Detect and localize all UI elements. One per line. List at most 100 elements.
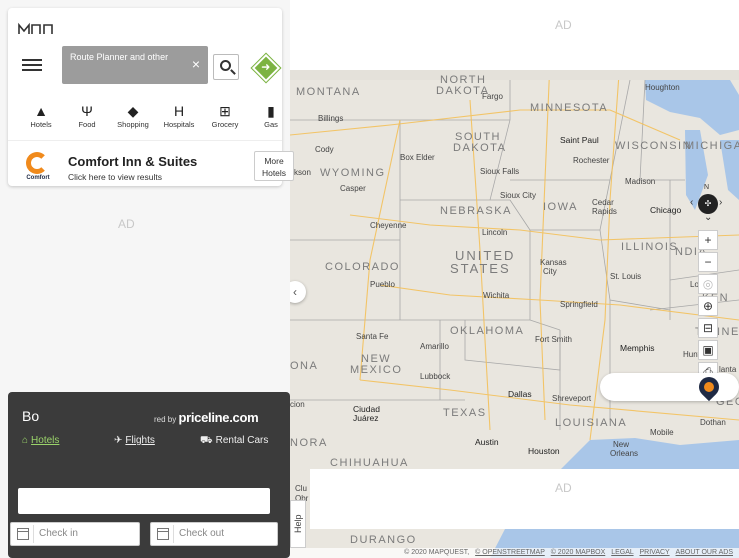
search-icon: [220, 60, 231, 71]
category-row: ▲ Hotels Ψ Food ◆ Shopping H Hospitals ⊞…: [22, 100, 284, 136]
state-label: WYOMING: [320, 167, 386, 179]
category-hotels-button[interactable]: ▲ Hotels: [22, 100, 60, 136]
map-footer: © 2020 MAPQUEST, © OPENSTREETMAP © 2020 …: [290, 548, 739, 558]
traffic-icon[interactable]: ⊟: [698, 318, 718, 338]
hospital-icon: H: [173, 103, 185, 119]
category-gas-button[interactable]: ▮ Gas: [252, 100, 290, 136]
booking-widget: Bo red by priceline.com ⌂ Hotels ✈ Flights…: [8, 392, 290, 558]
grocery-icon: ⊞: [219, 103, 231, 119]
top-ad-banner[interactable]: AD: [290, 0, 739, 70]
tab-label: Hotels: [31, 435, 60, 446]
compass-icon[interactable]: ✣: [698, 194, 718, 214]
hotel-promo[interactable]: Comfort Comfort Inn & Suites Click here …: [22, 150, 294, 188]
category-hospitals-button[interactable]: H Hospitals: [160, 100, 198, 136]
globe-icon[interactable]: ⊕: [698, 296, 718, 316]
booking-title: Bo: [22, 408, 40, 424]
tab-hotels[interactable]: ⌂ Hotels: [22, 432, 59, 450]
zoom-in-button[interactable]: +: [698, 230, 718, 250]
tab-label: Rental Cars: [215, 435, 269, 446]
state-label: COLORADO: [325, 261, 400, 273]
locate-icon[interactable]: ◎: [698, 274, 718, 294]
comfort-logo-word: Comfort: [26, 175, 50, 181]
category-label: Grocery: [211, 120, 239, 129]
bottom-ad-banner[interactable]: AD: [310, 469, 739, 529]
car-icon: ⛟: [200, 435, 213, 446]
category-grocery-button[interactable]: ⊞ Grocery: [206, 100, 244, 136]
state-label: MINNESOTA: [530, 102, 609, 114]
city-label: Springfield: [560, 300, 598, 309]
footer-link-osm[interactable]: © OPENSTREETMAP: [475, 549, 545, 556]
city-label: Austin: [475, 437, 499, 447]
pan-down-icon[interactable]: ⌄: [704, 212, 712, 223]
city-label: Casper: [340, 184, 366, 193]
footer-link-privacy[interactable]: PRIVACY: [640, 549, 670, 556]
tab-flights[interactable]: ✈ Flights: [114, 432, 155, 450]
map-canvas[interactable]: NORTH DAKOTA MONTANA MINNESOTA SOUTH DAK…: [290, 0, 739, 558]
state-label: CHIHUAHUA: [330, 457, 409, 469]
state-label: DAKOTA: [453, 142, 507, 154]
tab-rental-cars[interactable]: ⛟ Rental Cars: [200, 432, 268, 450]
city-label: Kansas: [540, 258, 567, 267]
category-label: Gas: [264, 120, 278, 129]
search-button[interactable]: [213, 54, 239, 80]
category-label: Shopping: [117, 120, 149, 129]
more-hotels-button[interactable]: More Hotels: [254, 151, 294, 181]
city-label: Cody: [315, 145, 334, 154]
state-label: STATES: [450, 261, 511, 276]
city-label: City: [543, 267, 557, 276]
powered-by: red by priceline.com: [154, 410, 259, 425]
city-label: Fargo: [482, 92, 503, 101]
check-in-field[interactable]: Check in: [10, 522, 140, 546]
footer-link-mapbox[interactable]: © 2020 MAPBOX: [551, 549, 606, 556]
hotel-icon: ⌂: [22, 435, 29, 446]
shopping-icon: ◆: [127, 103, 139, 119]
footer-link-ads[interactable]: ABOUT OUR ADS: [676, 549, 733, 556]
map-controls: + − ◎ ⊕ ⊟ ▣ ⎙: [698, 230, 720, 384]
zoom-out-button[interactable]: −: [698, 252, 718, 272]
city-label: Memphis: [620, 343, 655, 353]
city-label: Wichita: [483, 291, 510, 300]
city-label: Saint Paul: [560, 135, 599, 145]
ad-label: AD: [555, 18, 572, 32]
copyright-text: © 2020 MAPQUEST,: [404, 549, 470, 556]
mapquest-logo[interactable]: [18, 22, 54, 36]
city-label: Box Elder: [400, 153, 435, 162]
calendar-icon: [17, 528, 29, 540]
booking-tabs: ⌂ Hotels ✈ Flights ⛟ Rental Cars: [22, 432, 278, 450]
category-shopping-button[interactable]: ◆ Shopping: [114, 100, 152, 136]
pan-left-icon[interactable]: ‹: [690, 197, 693, 208]
compass-control[interactable]: N ‹ ✣ › ⌄: [688, 184, 728, 224]
check-out-placeholder: Check out: [179, 528, 225, 539]
help-tab[interactable]: Help: [290, 500, 306, 548]
city-label: St. Louis: [610, 272, 642, 281]
check-out-field[interactable]: Check out: [150, 522, 278, 546]
footer-link-legal[interactable]: LEGAL: [611, 549, 633, 556]
destination-field[interactable]: [18, 488, 270, 514]
plane-icon: ✈: [114, 435, 123, 446]
city-label: Dallas: [508, 389, 532, 399]
city-label: Chicago: [650, 205, 682, 215]
city-label: Mobile: [650, 428, 674, 437]
priceline-logo: priceline.com: [178, 410, 259, 425]
state-label: OKLAHOMA: [450, 325, 525, 337]
state-label: WISCONSIN: [615, 140, 693, 152]
city-label: Shreveport: [552, 394, 592, 403]
food-icon: Ψ: [81, 103, 93, 119]
directions-icon[interactable]: [250, 52, 282, 84]
route-planner-field[interactable]: Route Planner and other ×: [62, 46, 208, 84]
more-label-hotels: Hotels: [261, 168, 287, 178]
pan-right-icon[interactable]: ›: [719, 197, 722, 208]
calendar-icon: [157, 528, 169, 540]
city-label: Cedar: [592, 198, 614, 207]
powered-prefix: red by: [154, 415, 177, 424]
city-label: Lubbock: [420, 372, 451, 381]
city-label: cion: [290, 400, 305, 409]
city-label: Rapids: [592, 207, 617, 216]
category-food-button[interactable]: Ψ Food: [68, 100, 106, 136]
menu-button[interactable]: [22, 56, 42, 74]
city-label: Madison: [625, 177, 656, 186]
clear-icon[interactable]: ×: [192, 56, 200, 72]
layers-icon[interactable]: ▣: [698, 340, 718, 360]
state-label: MONTANA: [296, 86, 361, 98]
city-label: Dothan: [700, 418, 726, 427]
